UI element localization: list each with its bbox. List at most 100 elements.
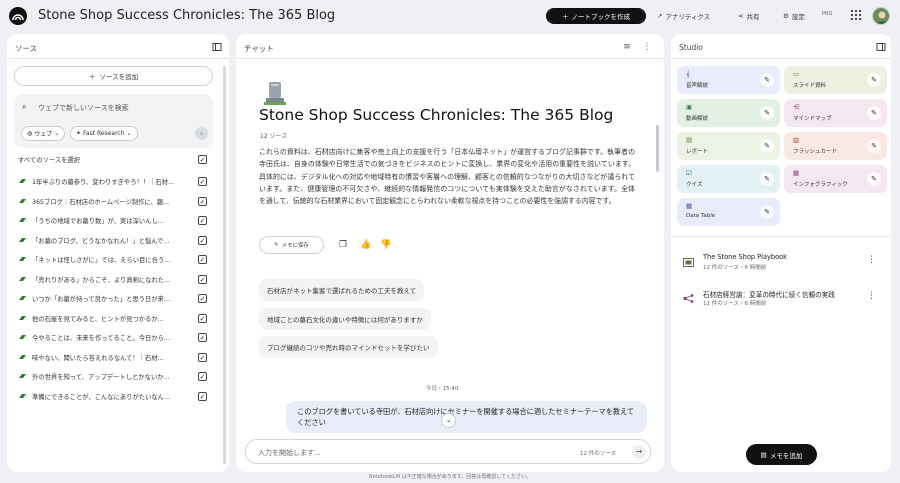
- source-list-item[interactable]: 「お墓のブログ、どうなかなれん！」と悩んで... ✓: [18, 235, 210, 247]
- source-checkbox[interactable]: ✓: [198, 177, 207, 186]
- source-checkbox[interactable]: ✓: [198, 255, 207, 264]
- edit-pencil-icon[interactable]: ✎: [867, 106, 881, 120]
- notebook-emoji-icon: [263, 80, 287, 106]
- studio-tile[interactable]: ▭ スライド資料 ✎: [784, 66, 887, 94]
- collapse-panel-icon[interactable]: [876, 42, 886, 52]
- analytics-button[interactable]: ↗ アナリティクス: [657, 8, 710, 24]
- add-memo-button[interactable]: ▤ メモを追加: [746, 444, 817, 465]
- source-list-item[interactable]: 他の石屋を見てみると、ヒントが見つかるか... ✓: [18, 313, 210, 325]
- send-button[interactable]: →: [632, 445, 646, 459]
- more-vert-icon[interactable]: ⋮: [642, 42, 652, 52]
- source-list-item[interactable]: 外の世界を知って、アップデートしとかないか... ✓: [18, 371, 210, 383]
- source-checkbox[interactable]: ✓: [198, 274, 207, 284]
- add-memo-label: メモを追加: [769, 451, 803, 460]
- studio-note-item[interactable]: 石材店経営論：変革の時代に続く信頼の実践 12 件のソース・6 時間前 ⋮: [677, 287, 880, 313]
- suggested-question[interactable]: ブログ継続のコツや売れ時のマインドセットを学びたい: [259, 336, 438, 358]
- search-input[interactable]: ウェブで新しいソースを検索: [38, 103, 129, 113]
- source-checkbox[interactable]: ✓: [198, 294, 207, 303]
- edit-pencil-icon[interactable]: ✎: [867, 73, 881, 87]
- studio-tile-label: レポート: [686, 149, 709, 155]
- studio-tile[interactable]: ⋲ マインドマップ ✎: [784, 99, 887, 127]
- source-list-item[interactable]: 今やることは、未来を作ってること。今日から... ✓: [18, 332, 210, 344]
- save-to-memo-button[interactable]: ✎ メモに保存: [259, 236, 324, 254]
- notebook-title[interactable]: Stone Shop Success Chronicles: The 365 B…: [38, 8, 335, 23]
- source-checkbox[interactable]: ✓: [198, 391, 207, 401]
- source-checkbox[interactable]: ✓: [198, 313, 207, 323]
- source-label: 「ネットは怪しさがに」では、えらい目に合う...: [32, 257, 171, 264]
- source-list-item[interactable]: 365ブログ｜石材店のホームページ制作に、趣... ✓: [18, 196, 210, 208]
- more-vert-icon[interactable]: ⋮: [867, 255, 876, 265]
- studio-tile[interactable]: ▤ レポート ✎: [677, 132, 780, 160]
- studio-tile[interactable]: ▣ 動画解説 ✎: [677, 99, 780, 127]
- web-source-dropdown[interactable]: ◍ ウェブ ⌄: [21, 126, 66, 141]
- tune-icon[interactable]: ≡: [622, 42, 632, 52]
- link-icon: [18, 353, 27, 361]
- studio-tile[interactable]: ☑ クイズ ✎: [677, 165, 780, 193]
- edit-pencil-icon[interactable]: ✎: [760, 139, 774, 153]
- note-title: The Stone Shop Playbook: [703, 253, 787, 261]
- source-checkbox[interactable]: ✓: [198, 352, 207, 362]
- studio-tile[interactable]: 𝄞 音声解説 ✎: [677, 66, 780, 94]
- more-vert-icon[interactable]: ⋮: [867, 291, 876, 301]
- source-checkbox[interactable]: ✓: [198, 333, 207, 342]
- edit-pencil-icon[interactable]: ✎: [760, 205, 774, 219]
- create-notebook-button[interactable]: ＋ ノートブックを作成: [546, 8, 646, 24]
- input-source-count: 12 件のソース: [580, 451, 616, 457]
- thumbs-up-icon[interactable]: 👍: [360, 240, 371, 250]
- source-label: 今やることは、未来を作ってること。今日から...: [32, 335, 170, 342]
- thumbs-down-icon[interactable]: 👎: [380, 240, 391, 250]
- source-checkbox[interactable]: ✓: [198, 216, 207, 225]
- research-mode-dropdown[interactable]: ✦ Fast Research ⌄: [70, 126, 138, 141]
- edit-pencil-icon[interactable]: ✎: [760, 172, 774, 186]
- source-label: 「うちの地域でお墓り数」が、実は深いんし...: [32, 218, 164, 225]
- source-list-item[interactable]: 「ネットは怪しさがに」では、えらい目に合う... ✓: [18, 254, 210, 266]
- studio-tile[interactable]: ▦ Data Table ✎: [677, 198, 780, 226]
- edit-pencil-icon[interactable]: ✎: [867, 172, 881, 186]
- copy-icon[interactable]: ❐: [338, 240, 348, 250]
- source-checkbox[interactable]: ✓: [198, 235, 207, 245]
- edit-pencil-icon[interactable]: ✎: [760, 73, 774, 87]
- suggested-question[interactable]: 石材店がネット集客で選ばれるための工夫を教えて: [259, 279, 425, 301]
- add-source-button[interactable]: ＋ ソースを追加: [14, 66, 213, 86]
- source-label: 「お墓のブログ、どうなかなれん！」と悩んで...: [32, 237, 170, 245]
- studio-tile[interactable]: ▦ インフォグラフィック ✎: [784, 165, 887, 193]
- plus-icon: ＋: [562, 13, 569, 21]
- studio-note-item[interactable]: The Stone Shop Playbook 12 件のソース・6 時間前 ⋮: [677, 251, 880, 277]
- audio-icon: 𝄞: [686, 70, 690, 78]
- scroll-down-button[interactable]: ⌄: [441, 413, 456, 428]
- link-icon: [18, 236, 27, 244]
- collapse-panel-icon[interactable]: [212, 42, 222, 52]
- share-icon: ⋖: [738, 12, 744, 20]
- link-icon: [18, 333, 27, 341]
- chat-input[interactable]: 入力を開始します...: [258, 448, 321, 458]
- chat-scrollbar[interactable]: [656, 125, 659, 172]
- apps-grid-icon[interactable]: [851, 10, 861, 20]
- share-label: 共有: [746, 13, 760, 21]
- web-search-box: ⌕ ウェブで新しいソースを検索 ◍ ウェブ ⌄ ✦ Fast Research …: [14, 94, 213, 148]
- chat-input-box[interactable]: 入力を開始します... 12 件のソース →: [245, 439, 651, 464]
- source-list-item[interactable]: 1年半ぶりの墓参り、変わりすぎやろ！！｜石材... ✓: [18, 176, 210, 188]
- table-icon: ▦: [686, 202, 693, 210]
- source-list-item[interactable]: 「うちの地域でお墓り数」が、実は深いんし... ✓: [18, 215, 210, 227]
- edit-pencil-icon[interactable]: ✎: [867, 139, 881, 153]
- avatar[interactable]: [872, 7, 890, 25]
- suggested-question[interactable]: 地域ごとの墓石文化の違いや特徴には何がありますか: [259, 308, 431, 330]
- link-icon: [18, 255, 27, 263]
- source-list-item[interactable]: いつか「お墓が持って良かった」と思う日が来... ✓: [18, 293, 210, 305]
- share-button[interactable]: ⋖ 共有: [738, 8, 759, 24]
- edit-pencil-icon[interactable]: ✎: [760, 106, 774, 120]
- source-list-item[interactable]: 「売れりがある」からこそ、より真剣になれた... ✓: [18, 274, 210, 286]
- infographic-icon: ▦: [793, 169, 800, 177]
- submit-search-button[interactable]: ›: [195, 127, 208, 140]
- note-add-icon: ▤: [760, 450, 767, 459]
- source-checkbox[interactable]: ✓: [198, 372, 207, 381]
- studio-tile-label: クイズ: [686, 182, 703, 188]
- source-checkbox[interactable]: ✓: [198, 196, 207, 206]
- notebooklm-logo-icon[interactable]: [9, 7, 27, 25]
- select-all-checkbox[interactable]: ✓: [198, 155, 207, 164]
- studio-tile[interactable]: ▥ フラッシュカード ✎: [784, 132, 887, 160]
- sources-scrollbar[interactable]: [223, 66, 226, 464]
- source-list-item[interactable]: 味やない、聞いたら答えれるなんて！｜石材... ✓: [18, 352, 210, 364]
- settings-button[interactable]: ⚙ 設定: [783, 8, 805, 24]
- source-list-item[interactable]: 準備にできることが、こんなにありがたいなん... ✓: [18, 391, 210, 403]
